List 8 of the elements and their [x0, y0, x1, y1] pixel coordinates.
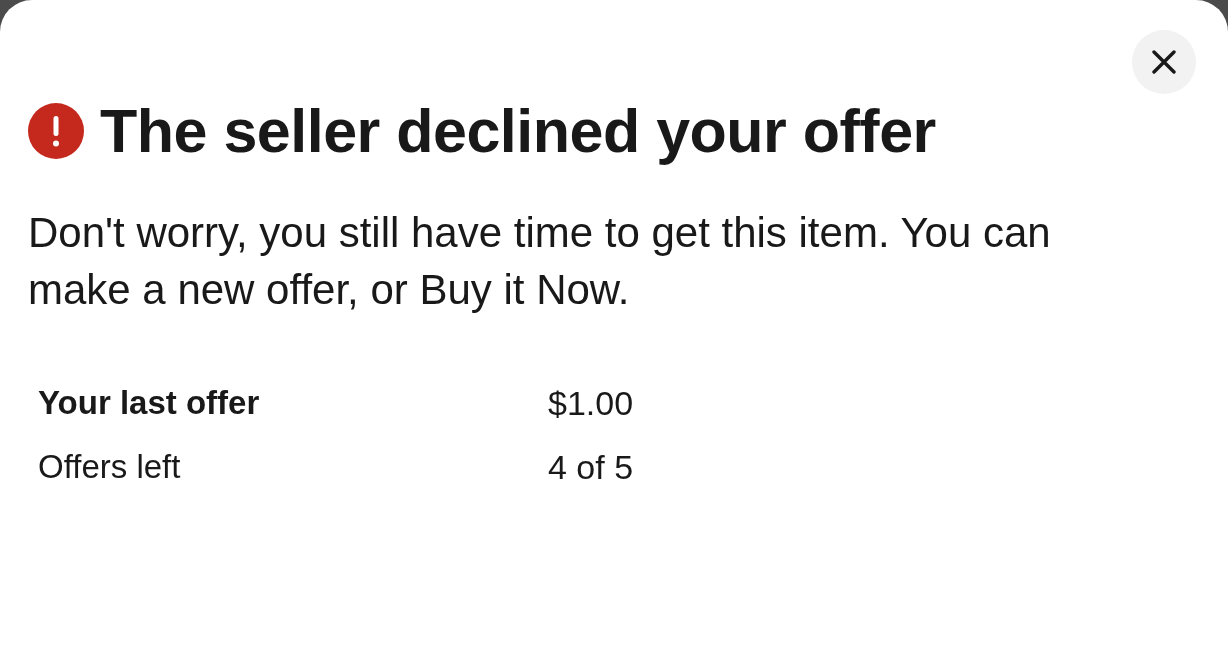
alert-icon [28, 103, 84, 159]
detail-label: Offers left [38, 448, 182, 486]
dialog-title: The seller declined your offer [100, 96, 936, 166]
detail-value: $1.00 [548, 383, 634, 423]
detail-label: Your last offer [38, 384, 261, 422]
message-text: Don't worry, you still have time to get this item. You can make a new offer, or Buy it Now. [28, 208, 1052, 315]
detail-value: 4 of 5 [548, 447, 634, 487]
close-icon [1152, 50, 1176, 74]
